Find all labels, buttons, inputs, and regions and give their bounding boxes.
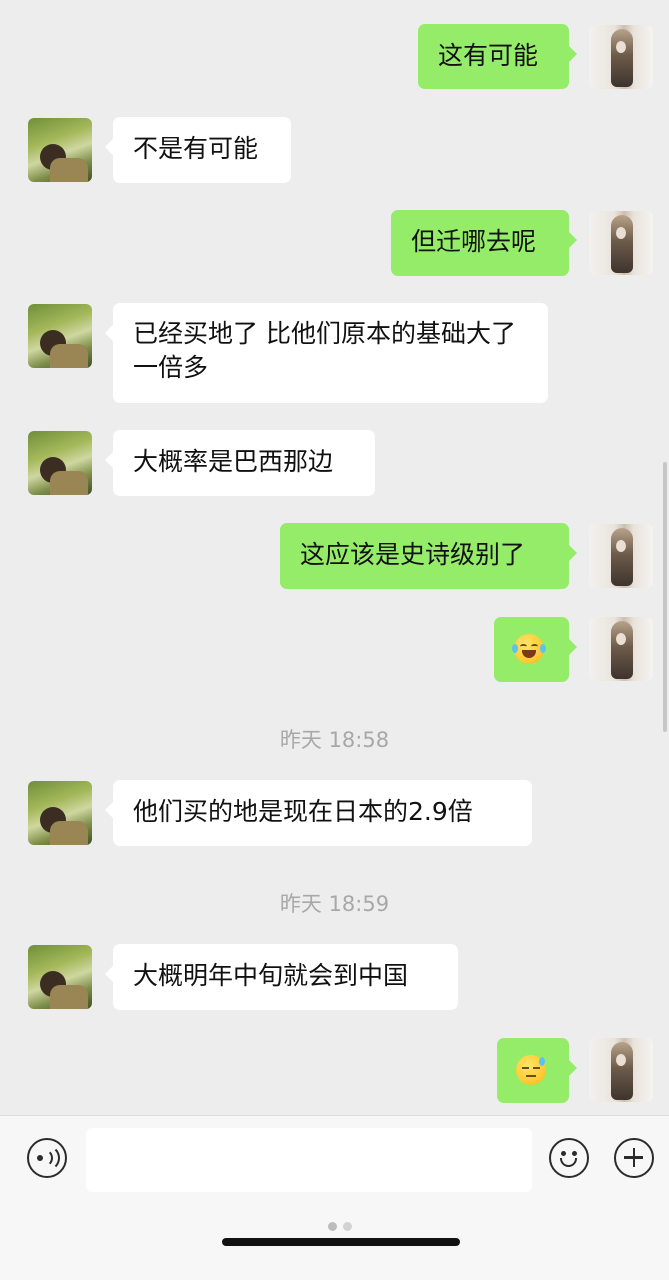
voice-icon[interactable] [27, 1138, 67, 1178]
message-bubble-received[interactable]: 他们买的地是现在日本的2.9倍 [105, 780, 532, 846]
input-bar [0, 1115, 669, 1280]
my-avatar[interactable] [589, 617, 653, 681]
message-bubble-received[interactable]: 不是有可能 [105, 117, 291, 183]
message-text: 已经买地了 比他们原本的基础大了一倍多 [133, 319, 516, 382]
contact-avatar[interactable] [28, 304, 92, 368]
message-text: 不是有可能 [133, 134, 259, 163]
message-bubble-received[interactable]: 大概率是巴西那边 [105, 430, 375, 496]
contact-avatar[interactable] [28, 781, 92, 845]
my-avatar[interactable] [589, 211, 653, 275]
scrollbar[interactable] [663, 462, 667, 732]
emoji-icon[interactable] [549, 1138, 589, 1178]
message-text: 大概率是巴西那边 [133, 447, 334, 476]
chat-area: 这有可能 不是有可能 但迁哪去呢 已经买地了 比他们原本的基础大了一倍多 大概率… [0, 0, 669, 1115]
plus-icon[interactable] [614, 1138, 654, 1178]
message-text: 他们买的地是现在日本的2.9倍 [133, 797, 473, 826]
message-bubble-sent[interactable] [497, 1038, 577, 1103]
home-indicator[interactable] [222, 1238, 460, 1246]
my-avatar[interactable] [589, 1038, 653, 1102]
my-avatar[interactable] [589, 25, 653, 89]
message-text: 大概明年中旬就会到中国 [133, 961, 409, 990]
contact-avatar[interactable] [28, 118, 92, 182]
sweat-smile-icon [516, 1055, 546, 1085]
message-text: 这有可能 [438, 41, 539, 70]
message-input[interactable] [86, 1128, 532, 1192]
contact-avatar[interactable] [28, 945, 92, 1009]
timestamp: 昨天 18:58 [279, 728, 390, 752]
tears-of-joy-icon [512, 634, 546, 664]
timestamp: 昨天 18:59 [279, 892, 390, 916]
my-avatar[interactable] [589, 524, 653, 588]
message-bubble-received[interactable]: 大概明年中旬就会到中国 [105, 944, 458, 1010]
message-bubble-received[interactable]: 已经买地了 比他们原本的基础大了一倍多 [105, 303, 548, 403]
page-indicator [326, 1220, 356, 1234]
message-bubble-sent[interactable]: 这应该是史诗级别了 [280, 523, 577, 589]
message-text: 这应该是史诗级别了 [300, 540, 526, 569]
message-bubble-sent[interactable] [494, 617, 577, 682]
message-text: 但迁哪去呢 [411, 227, 537, 256]
contact-avatar[interactable] [28, 431, 92, 495]
message-bubble-sent[interactable]: 但迁哪去呢 [391, 210, 577, 276]
message-bubble-sent[interactable]: 这有可能 [418, 24, 577, 89]
